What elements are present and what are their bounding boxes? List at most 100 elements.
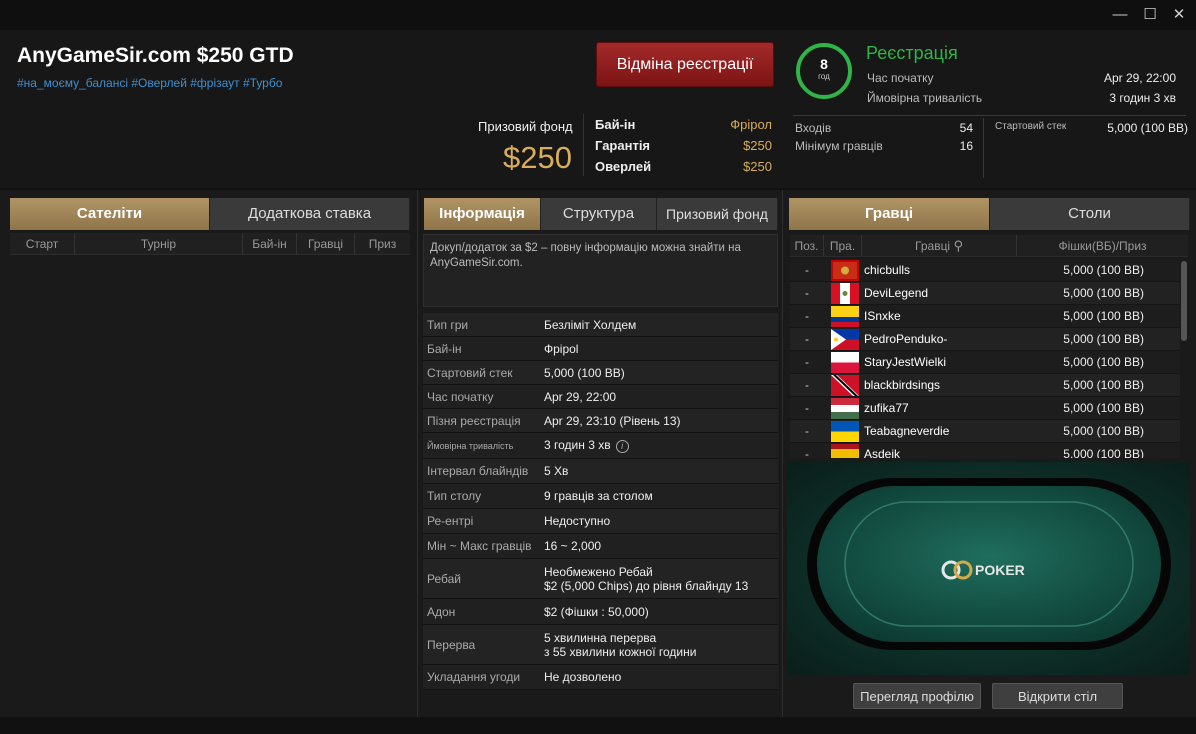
scroll-thumb[interactable] [1181,261,1187,341]
col-position[interactable]: Поз. [790,235,824,256]
break-line-2: з 55 хвилини кожної години [544,644,697,659]
player-row[interactable]: - zufika77 5,000 (100 BB) [790,397,1180,420]
info-row: Пізня реєстрація Apr 29, 23:10 (Рівень 13… [423,409,778,433]
minimize-icon[interactable]: — [1108,4,1132,26]
satellites-panel: Сателіти Додаткова ставка Старт Турнір Б… [0,190,417,717]
col-prize[interactable]: Приз [355,233,410,254]
satellites-table-header: Старт Турнір Бай-ін Гравці Приз [10,233,410,255]
divider [793,115,1186,116]
info-row: Адон $2 (Фішки : 50,000) [423,599,778,625]
info-row: Стартовий стек 5,000 (100 BB) [423,361,778,385]
info-value: Фріроl [544,341,579,356]
view-profile-button[interactable]: Перегляд профілю [853,683,981,709]
info-row: Ймовірна тривалість 3 годин 3 хв i [423,433,778,459]
flag-icon-co [831,305,859,327]
player-row[interactable]: - Asdeik 5,000 (100 BB) [790,443,1180,458]
player-position: - [805,355,809,369]
tab-extra-bet[interactable]: Додаткова ставка [210,198,410,230]
player-name: Teabagneverdie [864,424,950,438]
overlay-label: Оверлей [595,159,652,174]
buyin-label: Бай-ін [595,117,636,132]
player-row[interactable]: - Teabagneverdie 5,000 (100 BB) [790,420,1180,443]
rebuy-line-2: $2 (5,000 Chips) до рівня блайнду 13 [544,578,749,593]
flag-icon-me [831,259,859,281]
middle-tabs: Інформація Структура Призовий фонд [424,198,778,230]
player-name: zufika77 [864,401,909,415]
tab-players[interactable]: Гравці [789,198,990,230]
info-value: 5 Хв [544,464,569,478]
buyin-row: Бай-ін Фрірол [595,117,772,132]
info-value: Apr 29, 22:00 [544,389,617,404]
col-country[interactable]: Пра. [824,235,862,256]
info-row: Бай-ін Фріроl [423,337,778,361]
players-table-header: Поз. Пра. Гравці ⚲ Фішки(ВБ)/Приз [790,235,1188,257]
window-title-bar: — ☐ ✕ [0,0,1196,30]
col-buyin[interactable]: Бай-ін [243,233,297,254]
info-key: Мін ~ Макс гравців [427,539,532,553]
col-chips[interactable]: Фішки(ВБ)/Приз [1017,235,1188,256]
open-table-button[interactable]: Відкрити стіл [992,683,1123,709]
prize-fund-label: Призовий фонд [478,119,573,134]
flag-icon-tt [831,374,859,396]
info-row: Мін ~ Макс гравців 16 ~ 2,000 [423,534,778,559]
col-players-label: Гравці [915,239,951,253]
info-key: Час початку [427,389,494,404]
col-tournament[interactable]: Турнір [75,233,243,254]
player-position: - [805,263,809,277]
maximize-icon[interactable]: ☐ [1138,4,1162,26]
flag-icon-pl [831,351,859,373]
info-key: Ребай [427,571,461,586]
flag-icon-es [831,443,859,458]
player-row[interactable]: - PedroPenduko- 5,000 (100 BB) [790,328,1180,351]
poker-table-preview: POKER [787,462,1190,675]
player-name: blackbirdsings [864,378,941,392]
tab-information[interactable]: Інформація [424,198,541,230]
info-row: Тип столу 9 гравців за столом [423,484,778,509]
info-value: Необмежено Ребай $2 (5,000 Chips) до рівн… [541,562,778,596]
tab-tables[interactable]: Столи [990,198,1190,230]
players-scrollbar[interactable] [1181,259,1187,458]
tab-satellites[interactable]: Сателіти [10,198,210,230]
player-row[interactable]: - ISnxke 5,000 (100 BB) [790,305,1180,328]
divider [983,118,984,178]
break-line-1: 5 хвилинна перерва [544,630,657,645]
player-position: - [805,424,809,438]
close-icon[interactable]: ✕ [1167,4,1191,26]
cancel-registration-button[interactable]: Відміна реєстрації [596,42,774,87]
info-value: Apr 29, 23:10 (Рівень 13) [544,413,681,428]
info-key: Перерва [427,637,476,652]
divider [583,114,584,176]
player-row[interactable]: - blackbirdsings 5,000 (100 BB) [790,374,1180,397]
players-list: - chicbulls 5,000 (100 BB) - DeviLegend … [790,259,1180,458]
tab-structure[interactable]: Структура [541,198,657,230]
player-row[interactable]: - DeviLegend 5,000 (100 BB) [790,282,1180,305]
registration-status: Реєстрація [866,43,958,63]
player-position: - [805,309,809,323]
guarantee-row: Гарантія $250 [595,138,772,153]
flag-icon-hu [831,397,859,419]
player-row[interactable]: - chicbulls 5,000 (100 BB) [790,259,1180,282]
player-chips: 5,000 (100 BB) [1063,447,1144,458]
info-table: Тип гри Безліміт Холдем Бай-ін Фріроl Стар… [423,313,778,690]
tournament-tags[interactable]: #на_моєму_балансі #Оверлей #фрізаут #Тур… [17,76,282,90]
info-value: $2 (Фішки : 50,000) [544,604,649,619]
col-start[interactable]: Старт [10,233,75,254]
player-position: - [805,378,809,392]
info-icon[interactable]: i [615,440,629,453]
flag-icon-ph [831,328,859,350]
search-icon[interactable]: ⚲ [953,238,963,253]
info-key: Тип столу [427,489,482,503]
prize-fund-value: $250 [503,140,572,175]
info-value: 5,000 (100 BB) [544,365,625,380]
info-value: Недоступно [544,514,611,528]
info-row: Ре-ентрі Недоступно [423,509,778,534]
poker-table-image: POKER [787,462,1190,675]
min-players-value: 16 [959,139,973,153]
player-row[interactable]: - StaryJestWielki 5,000 (100 BB) [790,351,1180,374]
col-players[interactable]: Гравці ⚲ [862,235,1017,256]
info-key: Інтервал блайндів [427,464,529,478]
player-name: ISnxke [864,309,901,323]
player-name: StaryJestWielki [864,355,947,369]
tab-prize-fund[interactable]: Призовий фонд [657,198,778,230]
col-players[interactable]: Гравці [297,233,355,254]
